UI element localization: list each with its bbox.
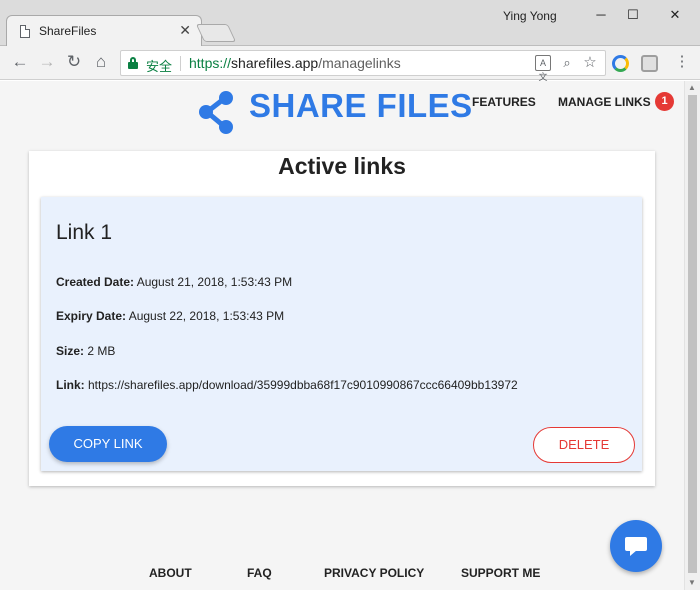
page-content: SHARE FILES FEATURES MANAGE LINKS 1 Acti… — [0, 81, 684, 590]
url-path: /managelinks — [318, 55, 401, 71]
expiry-date-label: Expiry Date: — [56, 309, 127, 323]
share-link-value[interactable]: https://sharefiles.app/download/35999dbb… — [85, 378, 518, 392]
footer-privacy-policy[interactable]: PRIVACY POLICY — [324, 566, 424, 580]
footer-faq[interactable]: FAQ — [247, 566, 272, 580]
address-bar[interactable]: 安全 https://sharefiles.app/managelinks A文… — [120, 50, 606, 82]
extension-icon[interactable] — [612, 55, 629, 72]
secure-label[interactable]: 安全 — [146, 56, 172, 75]
chat-button[interactable] — [610, 520, 662, 572]
chat-icon — [625, 537, 647, 556]
created-date-value: August 21, 2018, 1:53:43 PM — [134, 275, 293, 289]
expiry-date: Expiry Date: August 22, 2018, 1:53:43 PM — [56, 309, 284, 323]
menu-icon[interactable]: ⋮ — [670, 50, 694, 74]
page-icon — [20, 25, 30, 38]
notification-badge: 1 — [655, 92, 674, 111]
zoom-icon[interactable]: ⌕ — [559, 55, 575, 71]
share-link: Link: https://sharefiles.app/download/35… — [56, 378, 518, 392]
scroll-down-icon[interactable]: ▼ — [688, 578, 696, 587]
browser-titlebar: ShareFiles ✕ Ying Yong ─ ☐ ✕ — [0, 0, 700, 46]
footer-about[interactable]: ABOUT — [149, 566, 192, 580]
divider — [180, 56, 181, 71]
translate-icon[interactable]: A文 — [535, 55, 551, 82]
file-size-label: Size: — [56, 344, 85, 358]
share-icon — [199, 91, 233, 134]
scrollbar[interactable]: ▲ ▼ — [684, 81, 700, 590]
profile-name[interactable]: Ying Yong — [503, 9, 557, 23]
scroll-thumb[interactable] — [688, 95, 697, 573]
brand-name: SHARE FILES — [249, 87, 473, 124]
url-text[interactable]: https://sharefiles.app/managelinks — [189, 55, 401, 71]
reload-icon[interactable]: ↻ — [62, 50, 86, 74]
link-title: Link 1 — [56, 221, 113, 244]
lock-icon[interactable] — [128, 57, 138, 69]
file-size: Size: 2 MB — [56, 344, 115, 358]
page-title: Active links — [278, 153, 406, 179]
tab-title: ShareFiles — [39, 24, 97, 38]
created-date: Created Date: August 21, 2018, 1:53:43 P… — [56, 275, 292, 289]
close-window-icon[interactable]: ✕ — [660, 4, 690, 26]
url-host: sharefiles.app — [231, 55, 319, 71]
maximize-icon[interactable]: ☐ — [618, 4, 648, 26]
bookmark-star-icon[interactable]: ☆ — [582, 55, 598, 71]
browser-tab[interactable]: ShareFiles ✕ — [6, 15, 202, 46]
minimize-icon[interactable]: ─ — [586, 4, 616, 26]
extension-icon[interactable] — [641, 55, 658, 72]
share-link-label: Link: — [56, 378, 85, 392]
created-date-label: Created Date: — [56, 275, 135, 289]
browser-toolbar: ← → ↻ ⌂ 安全 https://sharefiles.app/manage… — [0, 46, 700, 82]
close-tab-icon[interactable]: ✕ — [179, 22, 191, 38]
nav-features[interactable]: FEATURES — [472, 95, 536, 109]
nav-manage-links[interactable]: MANAGE LINKS — [558, 95, 651, 109]
back-icon[interactable]: ← — [8, 50, 32, 74]
delete-button[interactable]: DELETE — [533, 427, 635, 463]
forward-icon[interactable]: → — [35, 50, 59, 74]
copy-link-button[interactable]: COPY LINK — [49, 426, 167, 462]
url-protocol: https:// — [189, 55, 232, 71]
footer-support-me[interactable]: SUPPORT ME — [461, 566, 540, 580]
home-icon[interactable]: ⌂ — [89, 50, 113, 74]
file-size-value: 2 MB — [84, 344, 116, 358]
expiry-date-value: August 22, 2018, 1:53:43 PM — [126, 309, 285, 323]
link-item: Link 1 Created Date: August 21, 2018, 1:… — [41, 197, 642, 471]
scroll-up-icon[interactable]: ▲ — [688, 83, 696, 92]
